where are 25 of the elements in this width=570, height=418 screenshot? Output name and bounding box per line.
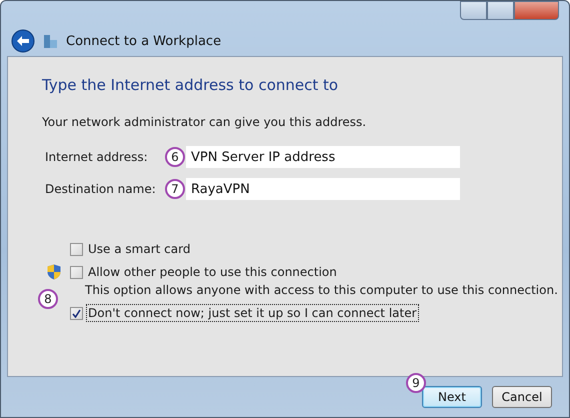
- checkbox[interactable]: [70, 266, 83, 278]
- maximize-button[interactable]: [487, 1, 514, 20]
- field-label: Internet address:: [45, 150, 149, 164]
- shield-icon: [47, 264, 61, 280]
- option-description: This option allows anyone with access to this computer to use this connection.: [85, 283, 559, 298]
- text-field[interactable]: RayaVPN: [186, 178, 460, 200]
- step-number-badge: 8: [38, 289, 58, 309]
- dialog-button[interactable]: Cancel: [492, 386, 552, 408]
- building-icon: [43, 33, 58, 49]
- dialog-button[interactable]: Next: [422, 386, 482, 408]
- close-button[interactable]: [514, 1, 559, 20]
- instruction-text: Your network administrator can give you this address.: [42, 115, 368, 130]
- page-heading: Type the Internet address to connect to: [42, 76, 340, 94]
- text-field[interactable]: VPN Server IP address: [186, 146, 460, 168]
- checkbox[interactable]: [70, 242, 83, 256]
- step-number-badge: 6: [165, 147, 185, 167]
- back-button[interactable]: [11, 29, 35, 53]
- step-number-badge: 7: [165, 179, 185, 199]
- field-label: Destination name:: [45, 182, 157, 196]
- window-title: Connect to a Workplace: [66, 34, 222, 48]
- option-label[interactable]: Use a smart card: [88, 242, 190, 256]
- minimize-button[interactable]: [460, 1, 487, 20]
- checkbox[interactable]: [70, 306, 83, 320]
- option-label[interactable]: Allow other people to use this connection: [88, 265, 337, 279]
- option-label[interactable]: Don't connect now; just set it up so I can connect later: [88, 306, 417, 320]
